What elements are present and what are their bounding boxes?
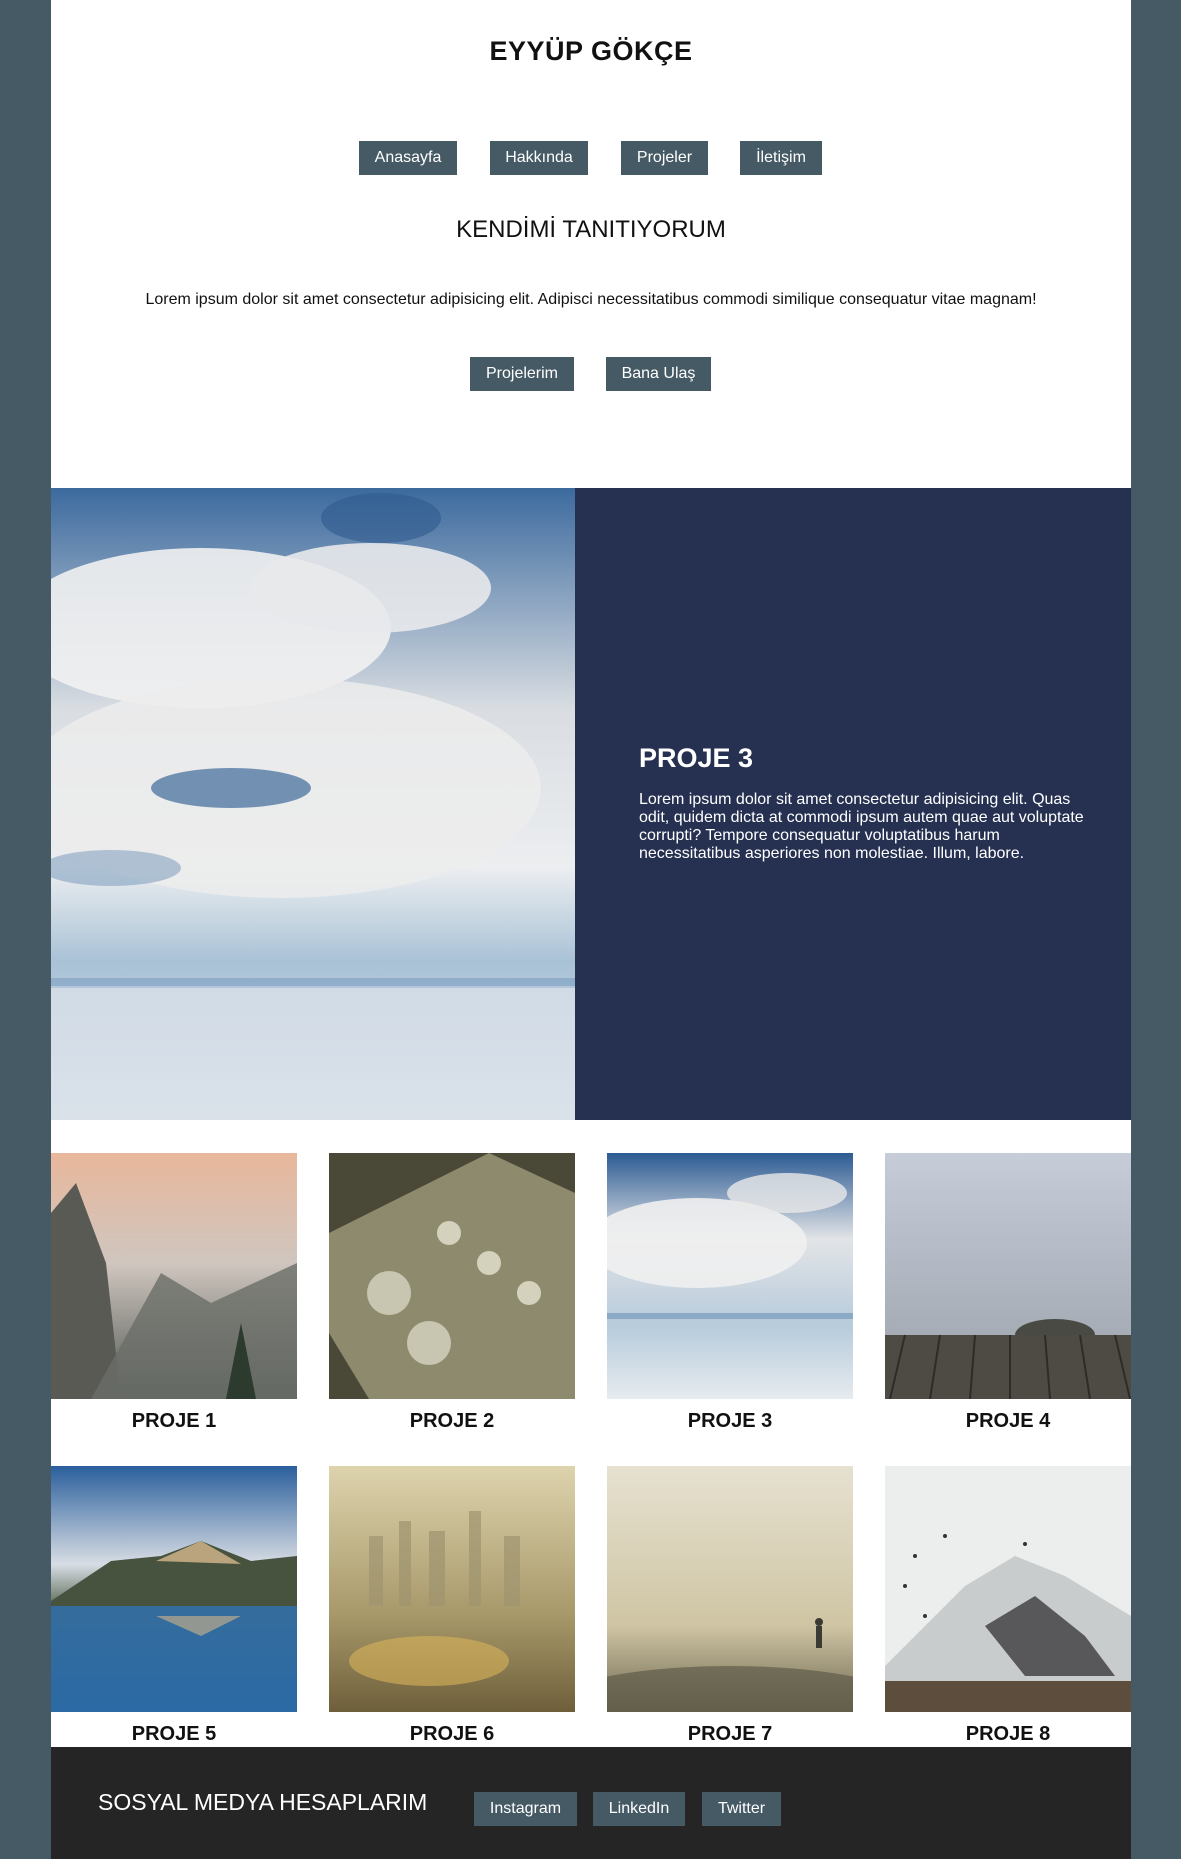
my-projects-button[interactable]: Projelerim [470,357,574,391]
intro-text: Lorem ipsum dolor sit amet consectetur a… [145,291,1037,308]
featured-project-description: Lorem ipsum dolor sit amet consectetur a… [639,791,1084,862]
linkedin-button[interactable]: LinkedIn [593,1792,685,1826]
footer: SOSYAL MEDYA HESAPLARIM Instagram Linked… [51,1747,1131,1859]
project-7-title: PROJE 7 [687,1723,773,1745]
nav-projects-button[interactable]: Projeler [621,141,708,175]
project-1-title: PROJE 1 [131,1410,217,1432]
featured-project-image [51,488,575,1120]
nav-home-button[interactable]: Anasayfa [359,141,457,175]
project-6-image[interactable] [329,1466,575,1712]
project-5-image[interactable] [51,1466,297,1712]
project-2-title: PROJE 2 [409,1410,495,1432]
project-1-image[interactable] [51,1153,297,1399]
site-title: EYYÜP GÖKÇE [489,36,693,66]
nav-about-button[interactable]: Hakkında [490,141,588,175]
project-6-title: PROJE 6 [409,1723,495,1745]
contact-me-button[interactable]: Bana Ulaş [606,357,711,391]
project-3-title: PROJE 3 [687,1410,773,1432]
nav-contact-button[interactable]: İletişim [740,141,822,175]
project-8-image[interactable] [885,1466,1131,1712]
instagram-button[interactable]: Instagram [474,1792,577,1826]
project-8-title: PROJE 8 [965,1723,1051,1745]
project-2-image[interactable] [329,1153,575,1399]
project-4-image[interactable] [885,1153,1131,1399]
page: EYYÜP GÖKÇE Anasayfa Hakkında Projeler İ… [51,0,1131,1859]
project-5-title: PROJE 5 [131,1723,217,1745]
intro-title: KENDİMİ TANITIYORUM [456,216,726,243]
featured-project-panel: PROJE 3 Lorem ipsum dolor sit amet conse… [575,488,1131,1120]
project-7-image[interactable] [607,1466,853,1712]
footer-title: SOSYAL MEDYA HESAPLARIM [98,1789,428,1815]
twitter-button[interactable]: Twitter [702,1792,781,1826]
project-4-title: PROJE 4 [965,1410,1051,1432]
project-3-image[interactable] [607,1153,853,1399]
featured-project-title: PROJE 3 [639,743,754,773]
